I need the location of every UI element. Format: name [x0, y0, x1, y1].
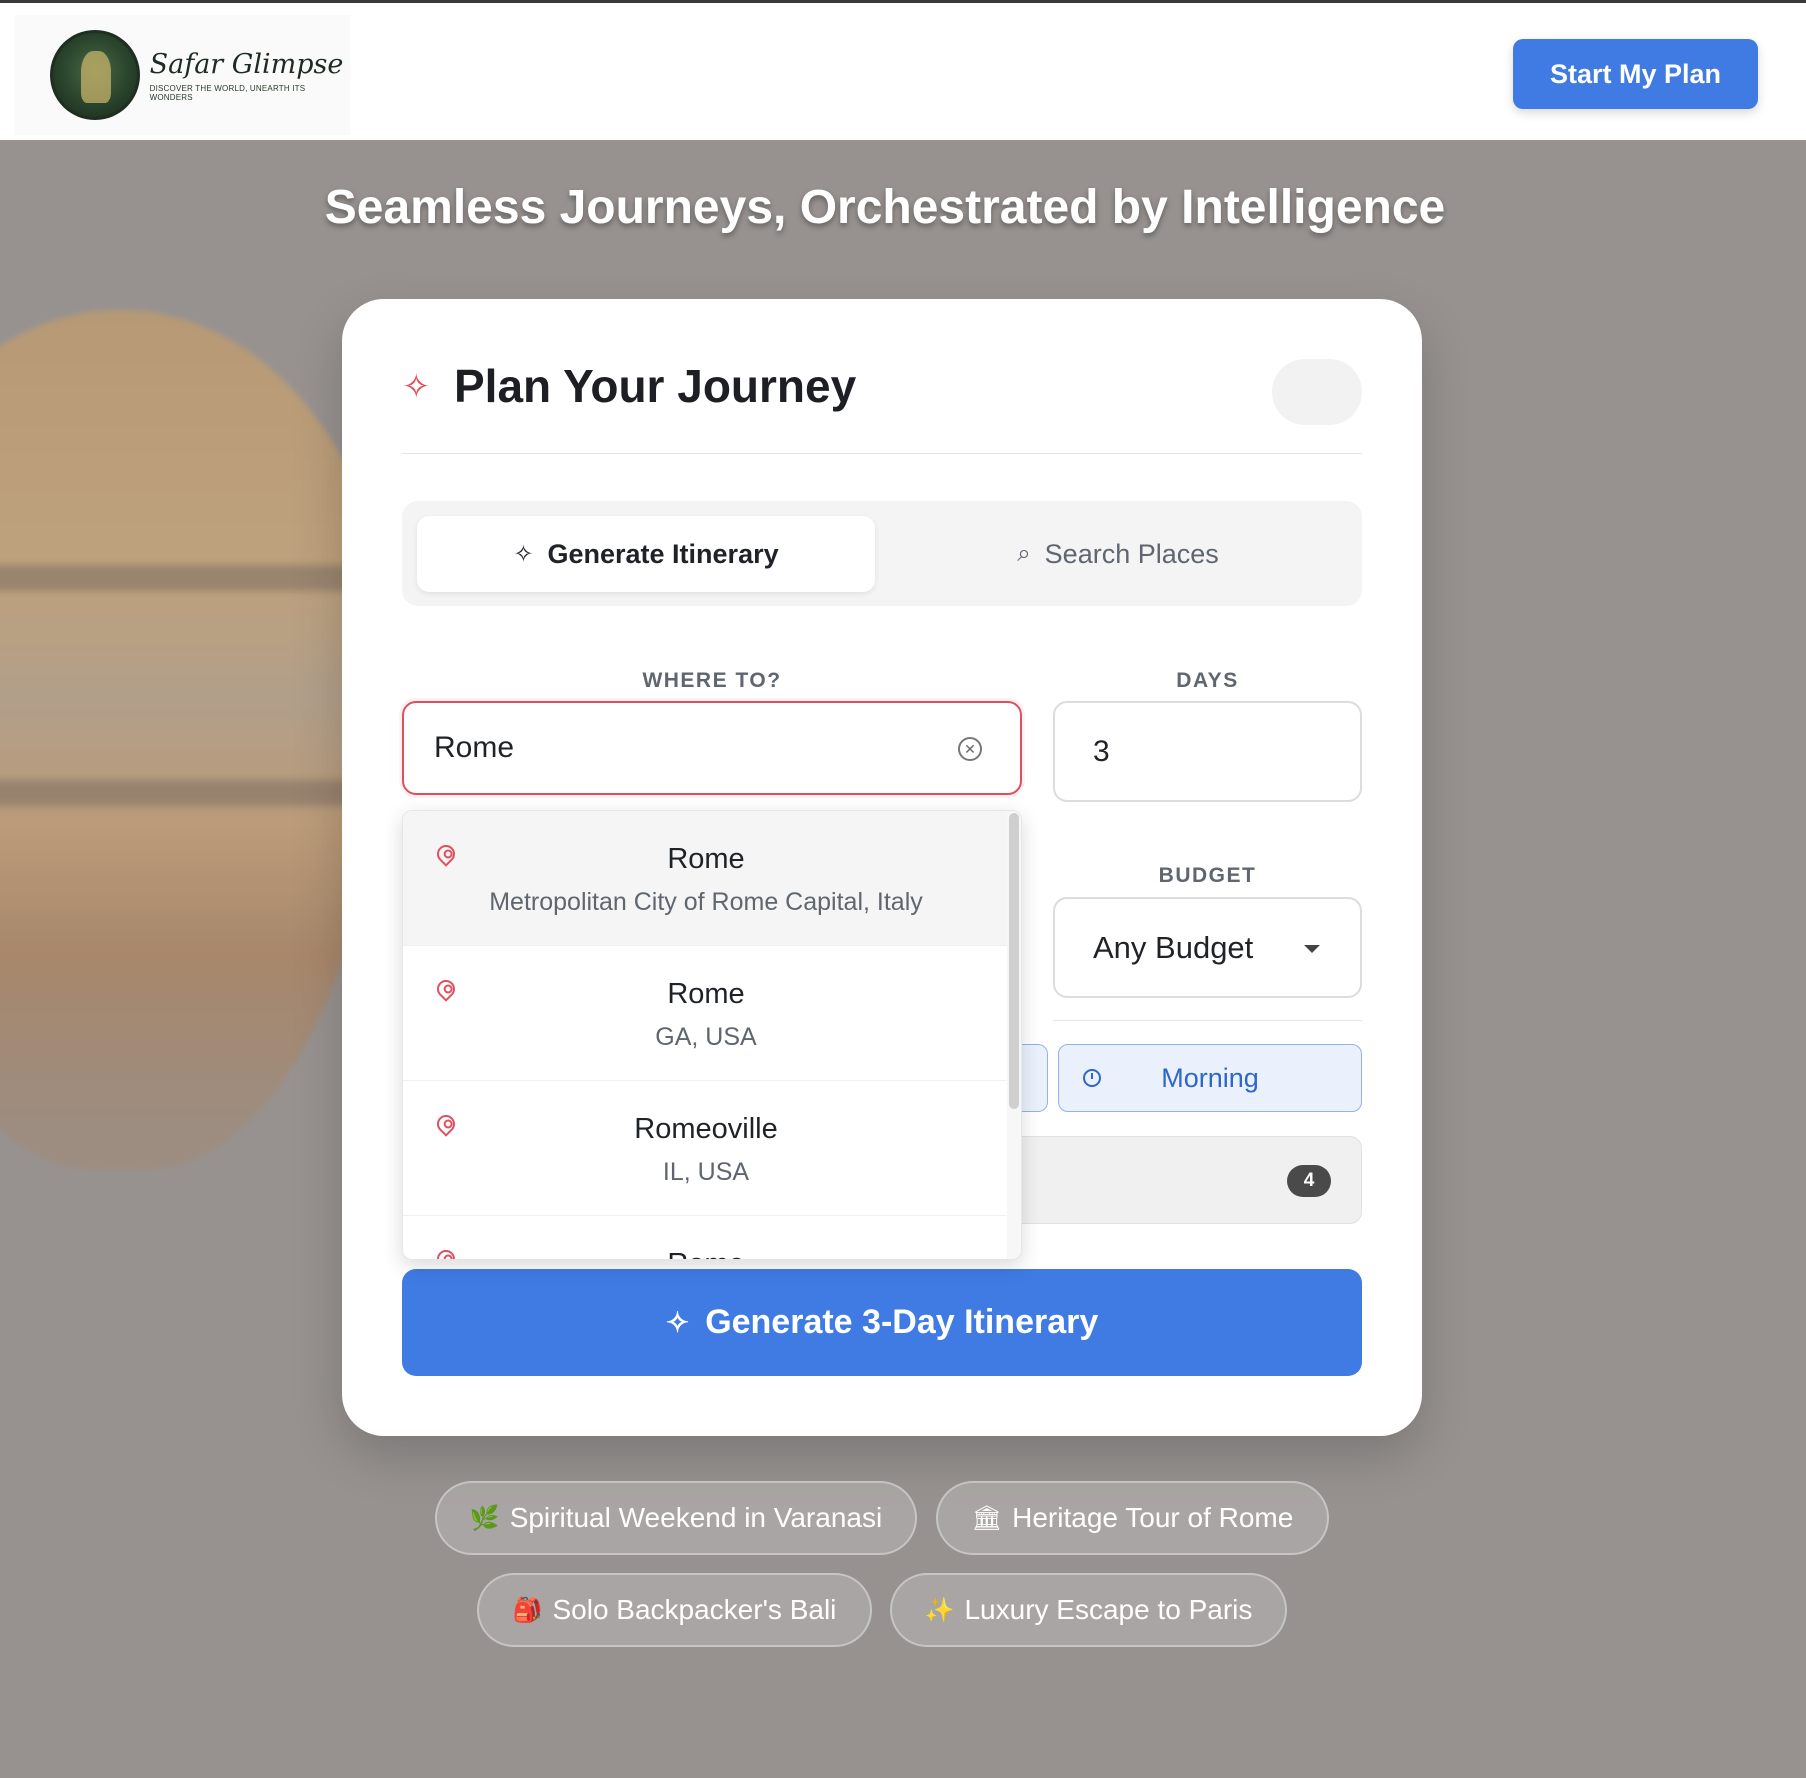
- leaf-icon: 🌿: [469, 1504, 500, 1532]
- logo[interactable]: Safar Glimpse DISCOVER THE WORLD, UNEART…: [14, 15, 350, 135]
- quick-trip-chip[interactable]: ✨ Luxury Escape to Paris: [890, 1573, 1287, 1647]
- suggestion-title: Rome: [667, 843, 745, 875]
- search-icon: ⌕: [1017, 540, 1031, 567]
- time-label: Morning: [1161, 1062, 1259, 1093]
- time-option-button[interactable]: [1022, 1044, 1048, 1112]
- generate-label: Generate 3-Day Itinerary: [705, 1303, 1099, 1341]
- sparkle-icon: ✧: [513, 540, 534, 568]
- suggestion-subtitle: GA, USA: [655, 1023, 757, 1051]
- logo-tagline: DISCOVER THE WORLD, UNEARTH ITS WONDERS: [149, 83, 306, 102]
- suggestion-item[interactable]: Rome: [403, 1216, 1009, 1259]
- backpack-icon: 🎒: [512, 1596, 543, 1624]
- chip-label: Spiritual Weekend in Varanasi: [509, 1502, 883, 1533]
- quick-trip-chip[interactable]: 🏛 Heritage Tour of Rome: [936, 1481, 1329, 1555]
- balloon-image: [0, 310, 390, 1170]
- chip-label: Heritage Tour of Rome: [1012, 1502, 1294, 1533]
- destination-input[interactable]: Rome ✕: [402, 701, 1022, 795]
- card-header: ✧ Plan Your Journey: [402, 359, 1362, 454]
- suggestion-item[interactable]: Rome Metropolitan City of Rome Capital, …: [403, 811, 1009, 946]
- card-title: Plan Your Journey: [454, 360, 857, 412]
- balloon-stripe: [0, 565, 390, 591]
- classical-building-icon: 🏛: [971, 1504, 1003, 1532]
- dropdown-scrollbar[interactable]: [1007, 811, 1021, 1259]
- logo-name: Safar Glimpse: [149, 48, 344, 80]
- tab-search-places[interactable]: ⌕ Search Places: [889, 516, 1347, 592]
- balloon-stripe: [0, 780, 390, 806]
- destination-value: Rome: [434, 731, 515, 764]
- chip-label: Luxury Escape to Paris: [964, 1594, 1253, 1625]
- sparkle-icon: ✧: [665, 1307, 690, 1338]
- theme-toggle[interactable]: [1272, 359, 1362, 425]
- suggestion-item[interactable]: Romeoville IL, USA: [403, 1081, 1009, 1216]
- budget-value: Any Budget: [1093, 929, 1254, 965]
- section-divider: [1053, 1020, 1362, 1021]
- hero-title: Seamless Journeys, Orchestrated by Intel…: [324, 181, 1446, 234]
- budget-select[interactable]: Any Budget: [1053, 897, 1362, 998]
- time-morning-button[interactable]: Morning: [1058, 1044, 1362, 1112]
- destination-suggestions: Rome Metropolitan City of Rome Capital, …: [402, 810, 1022, 1260]
- clear-icon[interactable]: ✕: [958, 737, 982, 761]
- quick-trip-chip[interactable]: 🌿 Spiritual Weekend in Varanasi: [435, 1481, 917, 1555]
- quick-trip-chip[interactable]: 🎒 Solo Backpacker's Bali: [477, 1573, 872, 1647]
- where-label: WHERE TO?: [642, 669, 782, 692]
- tab-label: Generate Itinerary: [547, 538, 779, 569]
- chevron-down-icon: [1304, 945, 1320, 953]
- days-input[interactable]: 3: [1053, 701, 1362, 802]
- sparkles-icon: ✨: [924, 1596, 955, 1624]
- interests-selector[interactable]: 4: [1022, 1136, 1362, 1224]
- scrollbar-thumb[interactable]: [1009, 813, 1019, 1109]
- top-navigation: Safar Glimpse DISCOVER THE WORLD, UNEART…: [0, 0, 1806, 140]
- budget-label: BUDGET: [1158, 864, 1257, 887]
- tab-label: Search Places: [1044, 538, 1219, 569]
- clock-icon: [1083, 1069, 1101, 1087]
- mode-tabs: ✧ Generate Itinerary ⌕ Search Places: [402, 501, 1362, 606]
- suggestion-item[interactable]: Rome GA, USA: [403, 946, 1009, 1081]
- suggestion-title: Rome: [403, 1248, 1009, 1259]
- suggestion-title: Romeoville: [634, 1113, 778, 1145]
- suggestion-subtitle: Metropolitan City of Rome Capital, Italy: [489, 888, 923, 916]
- tab-generate-itinerary[interactable]: ✧ Generate Itinerary: [417, 516, 875, 592]
- generate-itinerary-button[interactable]: ✧ Generate 3-Day Itinerary: [402, 1269, 1362, 1376]
- logo-emblem-icon: [50, 30, 140, 120]
- days-label: DAYS: [1176, 669, 1239, 692]
- suggestion-title: Rome: [667, 978, 745, 1010]
- sparkle-icon: ✧: [402, 368, 431, 406]
- interests-count-badge: 4: [1287, 1165, 1331, 1197]
- chip-label: Solo Backpacker's Bali: [552, 1594, 837, 1625]
- suggestion-subtitle: IL, USA: [662, 1158, 750, 1186]
- start-my-plan-button[interactable]: Start My Plan: [1513, 39, 1758, 109]
